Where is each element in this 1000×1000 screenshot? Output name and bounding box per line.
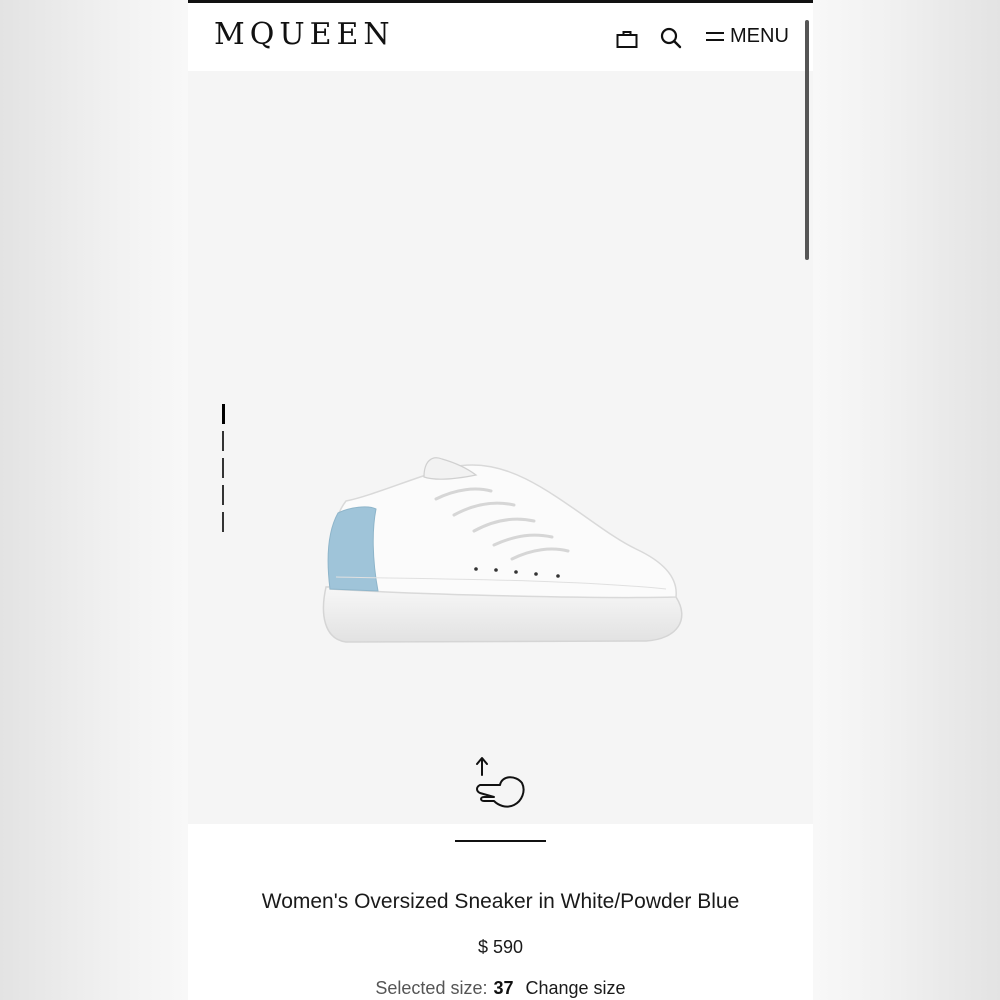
gallery-dot[interactable] [222,512,224,532]
background-right [813,0,1000,1000]
selected-size-label: Selected size: [375,978,488,998]
site-header: MQUEEN MENU [188,3,813,71]
gallery-dot-active[interactable] [222,404,225,424]
scrollbar[interactable] [805,20,809,260]
brand-logo[interactable]: MQUEEN [214,17,395,53]
search-button[interactable] [656,23,686,53]
gallery-dot[interactable] [222,485,224,505]
product-image [322,457,683,643]
product-info: Women's Oversized Sneaker in White/Powde… [188,824,813,1000]
selected-size-value: 37 [493,978,514,998]
background-left [0,0,188,1000]
menu-icon [706,31,724,41]
change-size-link[interactable]: Change size [526,978,626,999]
menu-button[interactable]: MENU [706,21,789,51]
product-gallery[interactable] [188,71,813,824]
gallery-pagination [222,404,228,539]
gallery-dot[interactable] [222,431,224,451]
shopping-bag-button[interactable] [612,23,642,53]
gallery-dot[interactable] [222,458,224,478]
product-price: $ 590 [477,937,524,957]
section-divider [455,840,546,842]
size-selector: Selected size: 37 Change size [188,978,813,999]
search-icon [660,27,682,49]
product-title: Women's Oversized Sneaker in White/Powde… [261,890,740,913]
swipe-up-hand-icon [476,757,525,808]
shopping-bag-icon [616,31,638,48]
mobile-page: MQUEEN MENU Women's Oversized Sneaker in… [188,0,813,1000]
menu-label: MENU [730,24,789,47]
